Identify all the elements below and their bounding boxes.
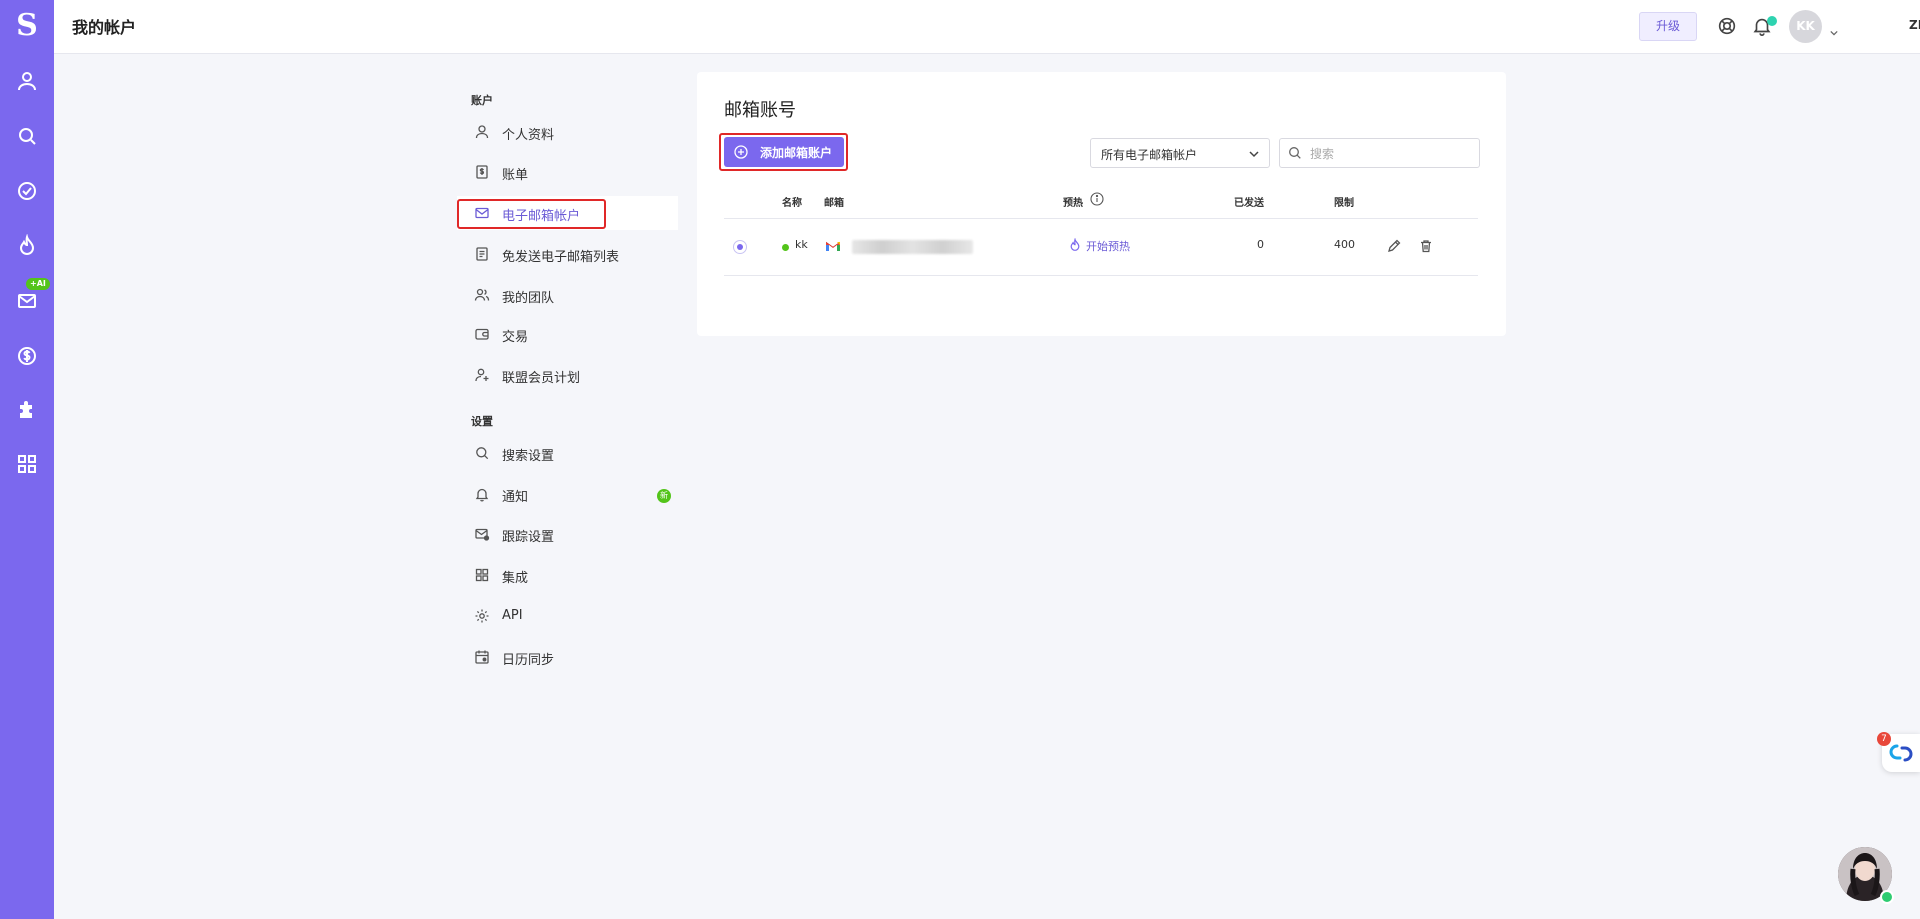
- highlight-box-email-accounts: [457, 199, 606, 229]
- nav-item-label: 跟踪设置: [502, 530, 555, 545]
- status-active-dot: [782, 244, 789, 251]
- column-header-email[interactable]: 邮箱: [824, 194, 844, 209]
- add-button-label: 添加邮箱账户: [760, 146, 833, 160]
- trash-icon[interactable]: [1418, 238, 1434, 254]
- nav-item-calendar-sync[interactable]: 日历同步: [457, 640, 678, 674]
- calendar-icon: [474, 649, 490, 665]
- account-section-heading: 账户: [471, 94, 493, 107]
- nav-item-label: 集成: [502, 571, 529, 586]
- column-header-limit[interactable]: 限制: [1334, 194, 1354, 209]
- nav-item-label: 个人资料: [502, 128, 555, 143]
- new-badge: 新: [657, 489, 671, 503]
- email-address-redacted: [852, 240, 973, 254]
- language-switcher[interactable]: ZH: [1909, 18, 1920, 32]
- edit-pencil-icon[interactable]: [1386, 238, 1402, 254]
- nav-item-label: API: [502, 608, 523, 623]
- search-field[interactable]: [1279, 138, 1480, 168]
- dollar-icon[interactable]: [15, 344, 39, 368]
- page-title: 我的帐户: [72, 18, 137, 37]
- send-limit: 400: [1334, 238, 1355, 251]
- row-divider: [724, 275, 1478, 276]
- top-bar: 我的帐户 升级 KK ZH: [54, 0, 1920, 54]
- gear-icon: [474, 608, 490, 624]
- nav-item-label: 搜索设置: [502, 449, 555, 464]
- assistant-count-badge: 7: [1877, 732, 1891, 746]
- add-user-icon: [474, 367, 490, 383]
- flame-icon[interactable]: [15, 233, 39, 258]
- help-lifebuoy-icon[interactable]: [1716, 15, 1738, 37]
- flame-icon: [1070, 238, 1080, 251]
- link-logo-icon: [1889, 744, 1913, 762]
- header-divider: [724, 218, 1478, 219]
- settings-section-heading: 设置: [471, 415, 493, 428]
- notification-dot: [1767, 16, 1777, 26]
- nav-item-transactions[interactable]: 交易: [457, 317, 678, 351]
- nav-item-label: 免发送电子邮箱列表: [502, 250, 620, 265]
- nav-item-notifications[interactable]: 通知: [457, 477, 678, 511]
- account-name: kk: [795, 238, 808, 251]
- apps-grid-icon[interactable]: [15, 452, 39, 476]
- user-icon: [474, 124, 490, 140]
- upgrade-button[interactable]: 升级: [1639, 12, 1697, 41]
- filter-selected-value: 所有电子邮箱帐户: [1101, 148, 1198, 162]
- card-title: 邮箱账号: [724, 100, 796, 121]
- row-select-radio[interactable]: [733, 240, 747, 254]
- nav-item-label: 日历同步: [502, 653, 555, 668]
- apps-icon: [474, 567, 490, 583]
- puzzle-icon[interactable]: [15, 399, 39, 423]
- search-icon: [1289, 147, 1301, 159]
- sent-count: 0: [1257, 238, 1264, 251]
- nav-item-my-team[interactable]: 我的团队: [457, 278, 678, 312]
- team-icon: [474, 287, 490, 303]
- nav-item-label: 账单: [502, 168, 529, 183]
- nav-item-billing[interactable]: 账单: [457, 155, 678, 189]
- nav-item-do-not-email-list[interactable]: 免发送电子邮箱列表: [457, 237, 678, 271]
- app-logo[interactable]: S: [0, 6, 54, 46]
- gmail-icon: [825, 241, 841, 251]
- search-input[interactable]: [1308, 143, 1472, 165]
- invoice-icon: [474, 164, 490, 180]
- account-filter-select[interactable]: 所有电子邮箱帐户: [1090, 138, 1270, 168]
- tasks-check-icon[interactable]: [15, 179, 39, 203]
- document-icon: [474, 246, 490, 262]
- column-header-name[interactable]: 名称: [782, 194, 802, 209]
- bell-icon: [474, 486, 490, 502]
- nav-item-api[interactable]: API: [457, 599, 678, 633]
- column-header-warmup[interactable]: 预热: [1063, 194, 1083, 209]
- nav-item-label: 联盟会员计划: [502, 371, 581, 386]
- column-header-sent[interactable]: 已发送: [1234, 194, 1264, 209]
- nav-item-profile[interactable]: 个人资料: [457, 115, 678, 149]
- nav-item-integrations[interactable]: 集成: [457, 558, 678, 592]
- start-warmup-link[interactable]: 开始预热: [1086, 238, 1130, 254]
- nav-item-label: 我的团队: [502, 291, 555, 306]
- nav-item-tracking-settings[interactable]: 跟踪设置: [457, 517, 678, 551]
- wallet-icon: [474, 326, 490, 342]
- user-avatar[interactable]: KK: [1789, 10, 1822, 43]
- add-email-account-button[interactable]: 添加邮箱账户: [724, 137, 844, 167]
- chevron-down-icon[interactable]: [1830, 22, 1838, 36]
- mail-icon[interactable]: [15, 289, 39, 313]
- online-status-dot: [1880, 890, 1894, 904]
- chevron-down-icon: [1249, 151, 1259, 158]
- nav-item-search-settings[interactable]: 搜索设置: [457, 436, 678, 470]
- email-accounts-card: 邮箱账号 添加邮箱账户 所有电子邮箱帐户 名称 邮箱 预热 已发送 限制 kk …: [697, 72, 1506, 336]
- info-icon[interactable]: [1090, 192, 1104, 206]
- contacts-icon[interactable]: [15, 69, 39, 93]
- search-icon: [474, 445, 490, 461]
- left-rail: S +AI: [0, 0, 54, 919]
- mail-tracking-icon: [474, 526, 490, 542]
- nav-item-label: 交易: [502, 330, 529, 345]
- nav-item-affiliate[interactable]: 联盟会员计划: [457, 358, 678, 392]
- nav-item-label: 通知: [502, 490, 529, 505]
- plus-circle-icon: [734, 145, 748, 159]
- search-icon[interactable]: [15, 124, 39, 148]
